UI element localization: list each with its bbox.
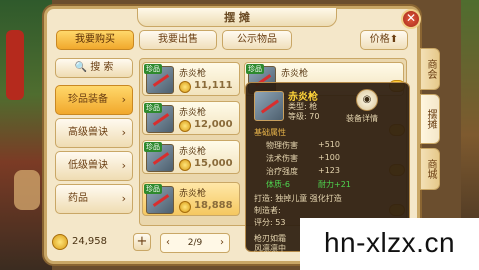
watermark-text: hn-xlzx.cn: [300, 218, 479, 270]
spear-icon: 珍品: [144, 64, 174, 94]
spear-icon: [254, 91, 284, 121]
base-attributes-title: 基础属性: [254, 128, 286, 137]
coin-icon: [179, 120, 191, 132]
attribute-row: 法术伤害 +100: [266, 153, 340, 164]
tab-mall[interactable]: 商城: [420, 148, 440, 190]
coin-icon: [179, 81, 191, 93]
attribute-name: 物理伤害: [266, 141, 298, 150]
bonus-attribute: 耐力+21: [318, 180, 351, 189]
page-number: 2/9: [187, 238, 203, 248]
background-decoration: [6, 30, 24, 100]
coin-icon: [179, 201, 191, 213]
equipment-detail-label[interactable]: 装备详情: [346, 113, 378, 124]
attribute-value: +510: [318, 140, 340, 149]
spear-icon: 珍品: [144, 103, 174, 133]
category-advanced-skill-book[interactable]: 高级兽诀 ›: [55, 118, 133, 148]
attribute-value: +100: [318, 153, 340, 162]
item-name: 赤炎枪: [179, 69, 207, 79]
coin-icon: [52, 234, 68, 250]
list-item[interactable]: 珍品 赤炎枪 11,111: [142, 62, 240, 96]
money-amount: 24,958: [72, 236, 107, 247]
add-money-button[interactable]: +: [133, 233, 151, 251]
list-item-selected[interactable]: 珍品 赤炎枪 18,888: [142, 182, 240, 216]
rare-badge: 珍品: [144, 142, 162, 152]
pagination: ‹ 2/9 ›: [160, 233, 230, 253]
bonus-attribute: 体质-6: [266, 180, 290, 189]
tab-buy[interactable]: 我要购买: [56, 30, 134, 50]
chevron-right-icon: ›: [121, 93, 126, 106]
rare-badge: 珍品: [144, 103, 162, 113]
maker-info: 制造者:: [254, 206, 281, 215]
attribute-name: 法术伤害: [266, 154, 298, 163]
category-label: 低级兽诀: [68, 160, 108, 171]
tab-public-items[interactable]: 公示物品: [222, 30, 292, 50]
item-name: 赤炎枪: [179, 108, 207, 118]
attribute-row: 治疗强度 +123: [266, 166, 340, 177]
tab-sell[interactable]: 我要出售: [139, 30, 217, 50]
chevron-right-icon: ›: [121, 126, 126, 139]
item-price: 11,111: [194, 80, 233, 91]
sort-price-button[interactable]: 价格⬆: [360, 30, 408, 50]
category-basic-skill-book[interactable]: 低级兽诀 ›: [55, 151, 133, 181]
coin-icon: [179, 159, 191, 171]
chevron-left-icon[interactable]: ‹: [166, 234, 170, 252]
search-button[interactable]: 🔍 搜 索: [55, 58, 133, 78]
category-label: 高级兽诀: [68, 127, 108, 138]
list-item[interactable]: 珍品 赤炎枪 15,000: [142, 140, 240, 174]
item-name: 赤炎枪: [179, 147, 207, 157]
attribute-name: 治疗强度: [266, 167, 298, 176]
attribute-value: +123: [318, 166, 340, 175]
rare-badge: 珍品: [144, 64, 162, 74]
forge-info: 打造: 独掉儿童 强化打造: [254, 194, 342, 203]
item-level: 等级: 70: [288, 112, 320, 121]
item-price: 18,888: [194, 200, 233, 211]
category-label: 珍品装备: [68, 94, 108, 105]
spear-icon: 珍品: [144, 184, 174, 214]
chevron-right-icon: ›: [121, 159, 126, 172]
score-info: 评分: 53: [254, 218, 286, 227]
description-text: 风凛凛中: [254, 244, 286, 253]
view-icon[interactable]: ◉: [356, 89, 378, 111]
item-price: 12,000: [194, 119, 233, 130]
item-price: 15,000: [194, 158, 233, 169]
tab-chamber-of-commerce[interactable]: 商会: [420, 48, 440, 90]
item-name: 赤炎枪: [281, 69, 309, 79]
tab-stall[interactable]: 摆摊: [420, 94, 440, 144]
category-label: 药品: [68, 193, 88, 204]
attribute-row: 物理伤害 +510: [266, 140, 340, 151]
rare-badge: 珍品: [246, 64, 264, 74]
window-title: 摆 摊: [137, 7, 337, 27]
spear-icon: 珍品: [144, 142, 174, 172]
list-item[interactable]: 珍品 赤炎枪 12,000: [142, 101, 240, 135]
rare-badge: 珍品: [144, 184, 162, 194]
close-button[interactable]: ✕: [401, 9, 421, 29]
background-decoration: [14, 170, 40, 210]
item-name: 赤炎枪: [179, 189, 207, 199]
category-rare-equipment[interactable]: 珍品装备 ›: [55, 85, 133, 115]
chevron-right-icon: ›: [121, 192, 126, 205]
category-medicine[interactable]: 药品 ›: [55, 184, 133, 214]
chevron-right-icon[interactable]: ›: [220, 234, 224, 252]
